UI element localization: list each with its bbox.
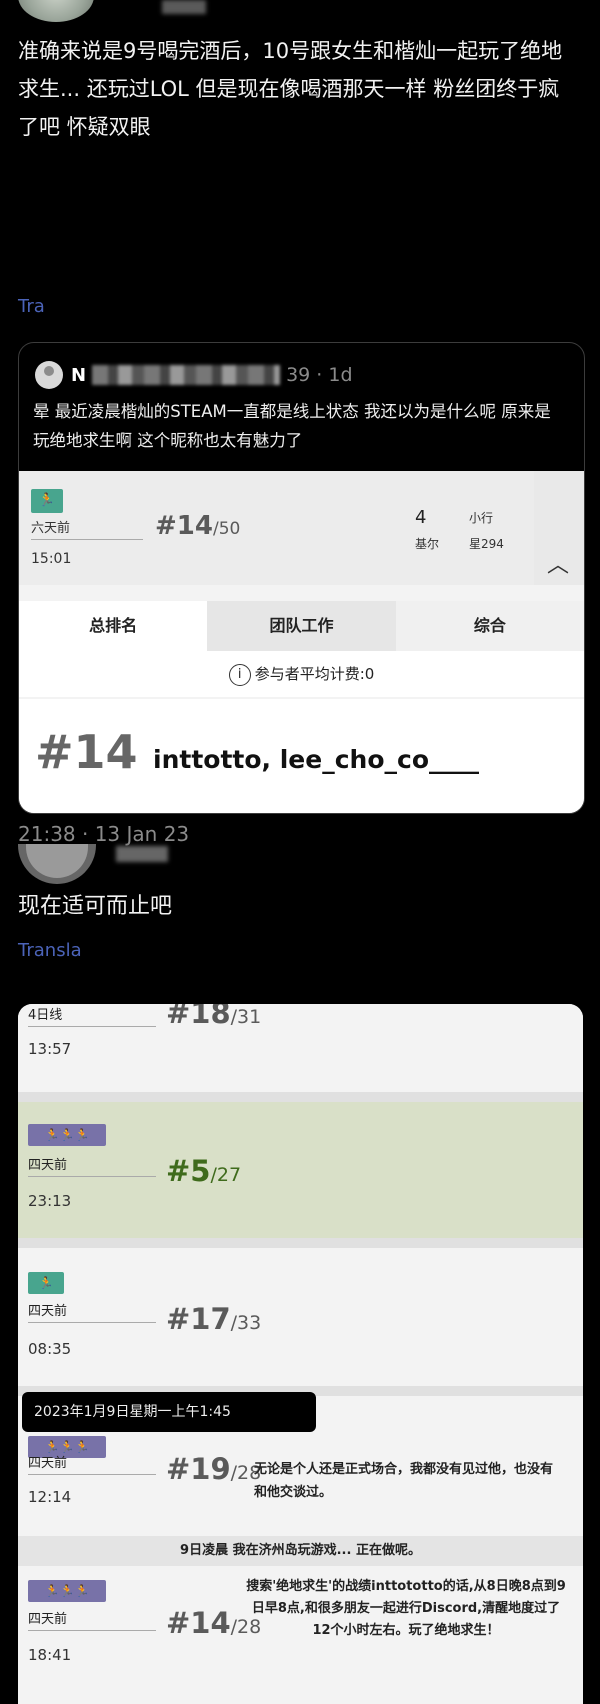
kills-value: 4 bbox=[415, 507, 427, 528]
tab-overall: 总排名 bbox=[19, 601, 208, 651]
match-row-win: 🏃🏃🏃 四天前 23:13 #5/27 bbox=[18, 1102, 583, 1238]
tweet-text: 准确来说是9号喝完酒后，10号跟女生和楷灿一起玩了绝地求生... 还玩过LOL … bbox=[18, 39, 563, 139]
match-date: 四天前 bbox=[28, 1612, 68, 1627]
quoted-author-name: N bbox=[71, 364, 87, 386]
match-rank: #19/28 bbox=[166, 1452, 262, 1486]
runner-icon: 🏃🏃🏃 bbox=[28, 1124, 106, 1146]
match-row: 🏃 六天前 15:01 #14/50 4 基尔 小行 星294 ︿ bbox=[19, 471, 584, 585]
tab-teamwork: 团队工作 bbox=[207, 601, 396, 651]
divider bbox=[31, 539, 143, 540]
match-time: 13:57 bbox=[28, 1040, 72, 1058]
runner-icon: 🏃 bbox=[31, 489, 63, 513]
match-time: 15:01 bbox=[31, 551, 72, 567]
caption-1: 无论是个人还是正式场合，我都没有见过他，也没有和他交谈过。 bbox=[254, 1462, 554, 1500]
caption-3: 搜索'绝地求生'的战绩inttototto的话,从8日晚8点到9日早8点,和很多… bbox=[246, 1579, 566, 1638]
avatar bbox=[35, 361, 63, 389]
quoted-tweet-text: 晕 最近凌晨楷灿的STEAM一直都是线上状态 我还以为是什么呢 原来是玩绝地求生… bbox=[33, 402, 551, 450]
reply-text: 现在适可而止吧 bbox=[18, 894, 173, 919]
avatar[interactable] bbox=[18, 0, 94, 22]
match-date: 四天前 bbox=[28, 1158, 68, 1173]
match-row: 🏃🏃🏃 四天前 18:41 #14/28 搜索'绝地求生'的战绩inttotot… bbox=[18, 1566, 583, 1704]
divider bbox=[18, 1238, 583, 1248]
rank-value: 星294 bbox=[469, 537, 504, 551]
quoted-tweet-card[interactable]: N 39 · 1d 晕 最近凌晨楷灿的STEAM一直都是线上状态 我还以为是什么… bbox=[18, 342, 585, 814]
divider bbox=[18, 1092, 583, 1102]
team-names: inttotto, lee_cho_co____ bbox=[153, 745, 479, 774]
divider bbox=[28, 1474, 156, 1475]
match-rank: #18/31 bbox=[166, 1004, 262, 1030]
match-date: 六天前 bbox=[31, 521, 71, 536]
team-rank: #14 bbox=[35, 725, 138, 779]
redacted-name bbox=[162, 0, 206, 14]
runner-icon: 🏃🏃🏃 bbox=[28, 1580, 106, 1602]
runner-icon: 🏃 bbox=[28, 1272, 64, 1294]
match-date: 四天前 bbox=[28, 1304, 68, 1319]
match-time: 18:41 bbox=[28, 1646, 72, 1664]
quoted-meta: 39 · 1d bbox=[286, 364, 353, 386]
divider bbox=[28, 1630, 156, 1631]
match-rank: #14/50 bbox=[155, 511, 241, 541]
match-date: 4日线 bbox=[28, 1008, 63, 1023]
kills-label: 基尔 bbox=[415, 537, 440, 551]
rank-label: 小行 bbox=[469, 511, 494, 525]
divider bbox=[28, 1176, 156, 1177]
match-list-screenshot: 4日线 13:57 #18/31 🏃🏃🏃 四天前 23:13 #5/27 🏃 四… bbox=[18, 1004, 583, 1704]
quoted-tweet-header: N 39 · 1d bbox=[35, 361, 353, 389]
divider bbox=[28, 1026, 156, 1027]
match-rank: #5/27 bbox=[166, 1154, 242, 1188]
translate-link[interactable]: Transla bbox=[18, 940, 82, 961]
date-tooltip: 2023年1月9日星期一上午1:45 bbox=[22, 1392, 316, 1432]
match-time: 08:35 bbox=[28, 1340, 72, 1358]
game-screenshot: 🏃 六天前 15:01 #14/50 4 基尔 小行 星294 ︿ 总排名 团队… bbox=[19, 471, 584, 813]
translate-link[interactable]: Tra bbox=[18, 296, 45, 317]
caption-2: 9日凌晨 我在济州岛玩游戏... 正在做呢。 bbox=[18, 1536, 583, 1566]
match-date: 四天前 bbox=[28, 1456, 68, 1471]
team-result: #14 inttotto, lee_cho_co____ bbox=[19, 699, 584, 813]
match-time: 12:14 bbox=[28, 1488, 72, 1506]
match-row: 4日线 13:57 #18/31 bbox=[18, 1004, 583, 1092]
redacted-handle bbox=[92, 365, 281, 385]
divider bbox=[28, 1322, 156, 1323]
chevron-up-icon: ︿ bbox=[547, 553, 570, 578]
average-rating: i 参与者平均计费:0 bbox=[19, 651, 584, 697]
avatar[interactable] bbox=[18, 844, 96, 884]
match-rank: #17/33 bbox=[166, 1302, 262, 1336]
tweet-timestamp[interactable]: 21:38 · 13 Jan 23 bbox=[18, 822, 189, 846]
redacted-handle bbox=[116, 846, 168, 862]
tab-combined: 综合 bbox=[395, 601, 584, 651]
match-time: 23:13 bbox=[28, 1192, 72, 1210]
match-row: 🏃 四天前 08:35 #17/33 bbox=[18, 1248, 583, 1386]
tab-bar: 总排名 团队工作 综合 bbox=[19, 601, 584, 651]
info-icon: i bbox=[228, 663, 251, 686]
